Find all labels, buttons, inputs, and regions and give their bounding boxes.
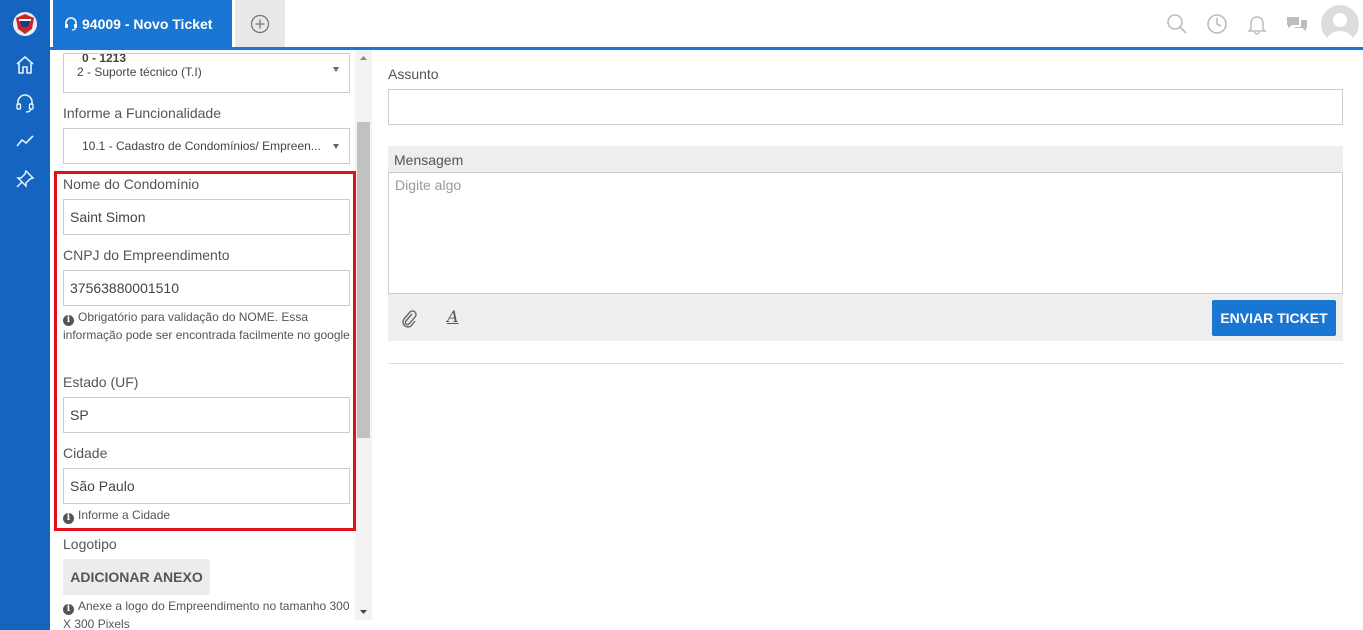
scroll-down-icon[interactable] (358, 607, 369, 617)
chat-button[interactable] (1277, 0, 1317, 47)
logotipo-help-text: Anexe a logo do Empreendimento no tamanh… (63, 599, 350, 630)
bell-icon (1247, 15, 1267, 35)
search-button[interactable] (1157, 0, 1197, 47)
funcionalidade-value: 10.1 - Cadastro de Condomínios/ Empreen.… (82, 139, 321, 153)
category-value: 2 - Suporte técnico (T.I) (77, 65, 202, 79)
tab-ticket-label: 94009 - Novo Ticket (82, 15, 213, 32)
home-icon[interactable] (14, 54, 36, 76)
message-textarea[interactable]: Digite algo (388, 172, 1343, 294)
clock-icon (1207, 13, 1227, 34)
message-editor: Mensagem Digite algo A ENVIAR TICKET (388, 146, 1343, 341)
text-format-icon[interactable]: A (447, 307, 459, 326)
pin-icon[interactable] (14, 168, 36, 190)
scroll-up-icon[interactable] (358, 53, 369, 63)
top-bar: 94009 - Novo Ticket (50, 0, 1363, 50)
tab-ticket[interactable]: 94009 - Novo Ticket (53, 0, 232, 47)
chevron-down-icon (333, 144, 339, 149)
notifications-button[interactable] (1237, 0, 1277, 47)
info-icon: i (63, 604, 74, 615)
chat-icon (1287, 16, 1307, 31)
attach-icon[interactable] (401, 310, 417, 328)
mensagem-label: Mensagem (394, 152, 464, 168)
logotipo-help: i Anexe a logo do Empreendimento no taman… (63, 597, 353, 630)
chevron-down-icon (333, 67, 339, 72)
add-attachment-button[interactable]: ADICIONAR ANEXO (63, 559, 210, 595)
logotipo-label: Logotipo (63, 536, 117, 552)
avatar[interactable] (1321, 4, 1359, 43)
message-area: Assunto Mensagem Digite algo A ENVIAR TI… (388, 50, 1343, 630)
history-button[interactable] (1197, 0, 1237, 47)
category-partial-text: 0 - 1213 (82, 53, 127, 65)
category-select[interactable]: 0 - 1213 2 - Suporte técnico (T.I) (63, 53, 350, 93)
user-avatar-icon (1326, 12, 1354, 43)
trend-icon[interactable] (14, 130, 36, 152)
side-rail (0, 0, 50, 630)
funcionalidade-label: Informe a Funcionalidade (63, 105, 221, 121)
send-ticket-button[interactable]: ENVIAR TICKET (1212, 300, 1336, 336)
assunto-input[interactable] (388, 89, 1343, 125)
top-actions (1157, 0, 1363, 47)
add-tab-button[interactable] (235, 0, 285, 47)
funcionalidade-select[interactable]: 10.1 - Cadastro de Condomínios/ Empreen.… (63, 128, 350, 164)
plus-circle-icon (250, 14, 270, 33)
highlight-box (54, 171, 356, 531)
app-logo[interactable] (11, 10, 39, 38)
headset-icon (65, 16, 77, 31)
divider (388, 363, 1343, 364)
scrollbar-thumb[interactable] (357, 122, 370, 438)
assunto-label: Assunto (388, 66, 439, 82)
search-icon (1167, 13, 1187, 34)
headset-icon[interactable] (14, 92, 36, 114)
